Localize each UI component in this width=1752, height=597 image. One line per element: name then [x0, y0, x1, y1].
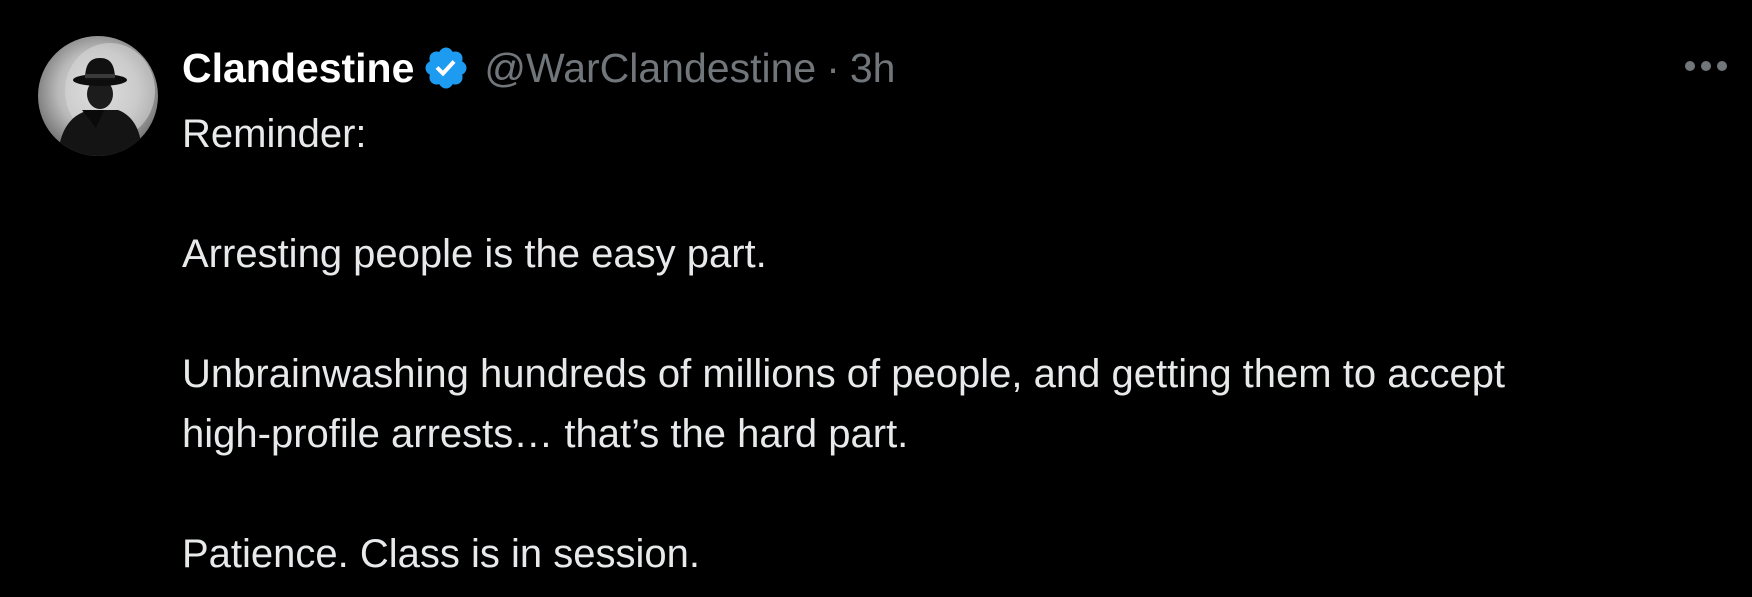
tweet-text-line: Arresting people is the easy part. [182, 232, 767, 276]
tweet-header: Clandestine @WarClandestine · 3h [182, 38, 895, 98]
tweet[interactable]: Clandestine @WarClandestine · 3h Reminde… [0, 0, 1752, 597]
author-avatar[interactable] [38, 36, 158, 156]
tweet-text: Reminder: Arresting people is the easy p… [182, 104, 1742, 584]
tweet-text-spacer [182, 464, 1742, 524]
tweet-text-line: Unbrainwashing hundreds of millions of p… [182, 352, 1506, 396]
verified-badge-icon[interactable] [422, 44, 470, 92]
author-handle[interactable]: @WarClandestine [484, 45, 816, 92]
tweet-text-line: Patience. Class is in session. [182, 532, 701, 576]
tweet-timestamp[interactable]: 3h [850, 45, 896, 92]
header-separator: · [826, 44, 840, 91]
tweet-text-spacer [182, 164, 1742, 224]
tweet-text-line: high-profile arrests… that’s the hard pa… [182, 412, 909, 456]
more-options-button[interactable] [1680, 46, 1732, 86]
author-display-name[interactable]: Clandestine [182, 45, 414, 92]
more-horizontal-icon [1685, 61, 1727, 71]
tweet-text-line: Reminder: [182, 112, 367, 156]
noir-detective-avatar-image [58, 43, 155, 156]
tweet-text-spacer [182, 284, 1742, 344]
